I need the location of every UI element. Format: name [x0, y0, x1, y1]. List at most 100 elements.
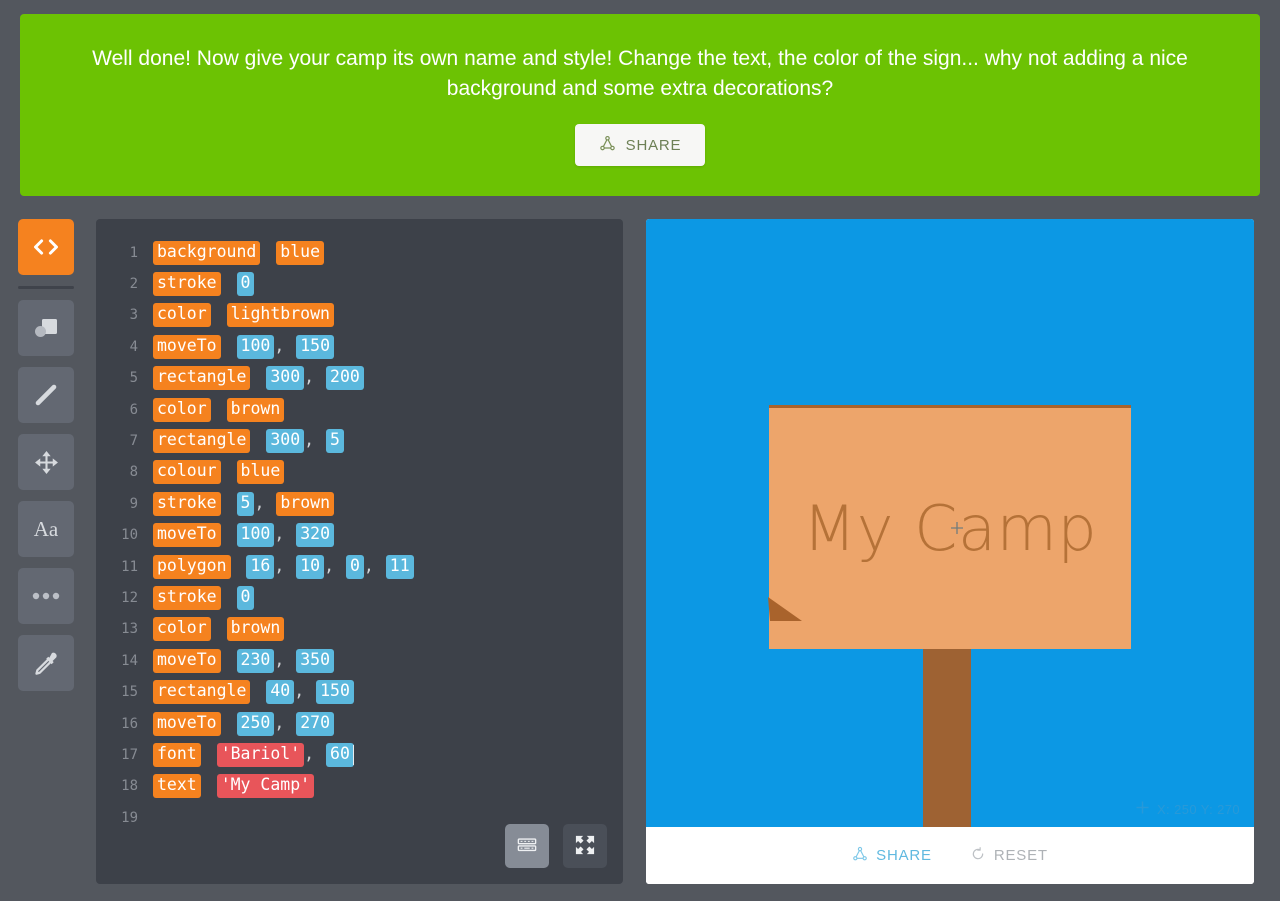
code-token-sp[interactable] — [211, 400, 227, 419]
code-tokens[interactable]: moveTo 250, 270 — [153, 711, 335, 736]
code-token-kw[interactable]: polygon — [153, 554, 231, 579]
code-token-sp[interactable] — [221, 589, 237, 608]
code-tokens[interactable]: background blue — [153, 240, 325, 265]
code-token-sp[interactable] — [221, 275, 237, 294]
drawing-stage[interactable]: My Camp X: 250 Y: 270 — [646, 219, 1254, 827]
code-token-kw[interactable]: blue — [236, 460, 285, 485]
code-line[interactable]: 11 polygon 16, 10, 0, 11 — [96, 551, 623, 582]
code-token-sep[interactable]: , — [304, 743, 326, 767]
code-token-num[interactable]: 11 — [385, 554, 414, 579]
code-token-sep[interactable]: , — [274, 523, 296, 547]
code-token-sp[interactable] — [231, 557, 247, 576]
code-tokens[interactable]: moveTo 100, 320 — [153, 523, 335, 548]
code-line[interactable]: 6 color brown — [96, 394, 623, 425]
code-token-sp[interactable] — [201, 777, 217, 796]
code-token-kw[interactable]: text — [153, 774, 201, 799]
code-token-kw[interactable]: colour — [153, 460, 221, 485]
code-line[interactable]: 10 moveTo 100, 320 — [96, 520, 623, 551]
keyboard-button[interactable] — [505, 824, 549, 868]
code-token-sp[interactable] — [221, 651, 237, 670]
code-token-num[interactable]: 250 — [236, 711, 275, 736]
code-token-sep[interactable]: , — [274, 649, 296, 673]
code-tokens[interactable]: colour blue — [153, 460, 285, 485]
code-token-kw[interactable]: color — [153, 303, 211, 328]
code-token-kw[interactable]: lightbrown — [226, 303, 334, 328]
code-token-sep[interactable]: , — [274, 555, 296, 579]
code-token-num[interactable]: 230 — [236, 648, 275, 673]
code-token-sep[interactable]: , — [274, 712, 296, 736]
code-token-kw[interactable]: rectangle — [153, 366, 251, 391]
code-tokens[interactable]: text 'My Camp' — [153, 774, 315, 799]
code-token-sep[interactable]: , — [364, 555, 386, 579]
code-token-sep[interactable]: , — [254, 492, 276, 516]
code-token-num[interactable]: 10 — [296, 554, 325, 579]
code-token-kw[interactable]: moveTo — [153, 648, 221, 673]
code-tokens[interactable]: polygon 16, 10, 0, 11 — [153, 554, 414, 579]
shapes-tool-button[interactable] — [18, 300, 74, 356]
code-token-num[interactable]: 320 — [296, 523, 335, 548]
code-token-kw[interactable]: color — [153, 617, 211, 642]
code-token-sep[interactable]: , — [324, 555, 346, 579]
code-token-sp[interactable] — [221, 463, 237, 482]
code-token-num[interactable]: 150 — [296, 334, 335, 359]
line-tool-button[interactable] — [18, 367, 74, 423]
code-line[interactable]: 9 stroke 5, brown — [96, 488, 623, 519]
code-token-sep[interactable]: , — [294, 680, 316, 704]
fullscreen-button[interactable] — [563, 824, 607, 868]
code-token-kw[interactable]: brown — [226, 617, 285, 642]
code-token-kw[interactable]: brown — [226, 397, 285, 422]
code-tokens[interactable]: font 'Bariol', 60 — [153, 742, 355, 767]
code-token-kw[interactable]: brown — [276, 491, 335, 516]
code-token-sep[interactable]: , — [274, 335, 296, 359]
code-token-kw[interactable]: stroke — [153, 491, 221, 516]
move-tool-button[interactable] — [18, 434, 74, 490]
code-token-num[interactable]: 5 — [236, 491, 255, 516]
code-line[interactable]: 15 rectangle 40, 150 — [96, 676, 623, 707]
code-line[interactable]: 16 moveTo 250, 270 — [96, 708, 623, 739]
code-token-num[interactable]: 100 — [236, 523, 275, 548]
code-token-sp[interactable] — [250, 683, 266, 702]
code-token-num[interactable]: 0 — [236, 586, 255, 610]
code-tokens[interactable]: moveTo 230, 350 — [153, 648, 335, 673]
code-line[interactable]: 5 rectangle 300, 200 — [96, 363, 623, 394]
code-token-num[interactable]: 300 — [266, 429, 305, 454]
code-token-num[interactable]: 0 — [236, 272, 255, 297]
code-line[interactable]: 1 background blue — [96, 237, 623, 268]
code-tokens[interactable]: color lightbrown — [153, 303, 334, 328]
code-token-kw[interactable]: blue — [276, 240, 325, 265]
code-tokens[interactable]: stroke 0 — [153, 272, 255, 297]
code-token-kw[interactable]: color — [153, 397, 211, 422]
code-token-num[interactable]: 150 — [316, 680, 354, 705]
code-token-kw[interactable]: font — [153, 742, 201, 767]
code-token-str[interactable]: 'My Camp' — [216, 774, 315, 799]
code-tokens[interactable]: rectangle 40, 150 — [153, 680, 354, 705]
code-token-num[interactable]: 40 — [266, 680, 295, 705]
code-token-num[interactable]: 270 — [296, 711, 335, 736]
code-token-num[interactable]: 60 — [326, 742, 354, 767]
code-token-kw[interactable]: rectangle — [153, 429, 251, 454]
code-tokens[interactable]: rectangle 300, 5 — [153, 429, 344, 454]
code-token-num[interactable]: 100 — [236, 334, 275, 359]
code-token-num[interactable]: 300 — [266, 366, 305, 391]
code-line[interactable]: 18 text 'My Camp' — [96, 771, 623, 802]
code-token-kw[interactable]: moveTo — [153, 523, 221, 548]
banner-share-button[interactable]: SHARE — [574, 124, 706, 167]
eyedropper-tool-button[interactable] — [18, 635, 74, 691]
code-line[interactable]: 13 color brown — [96, 614, 623, 645]
code-line[interactable]: 3 color lightbrown — [96, 300, 623, 331]
code-lines[interactable]: 1 background blue 2 stroke 0 3 color lightbro… — [96, 219, 623, 833]
more-tool-button[interactable] — [18, 568, 74, 624]
code-token-kw[interactable]: rectangle — [153, 680, 251, 705]
code-editor-panel[interactable]: 1 background blue 2 stroke 0 3 color lightbro… — [96, 219, 623, 884]
code-token-sep[interactable]: , — [304, 429, 326, 453]
code-token-num[interactable]: 5 — [326, 429, 344, 454]
code-token-sp[interactable] — [221, 337, 237, 356]
code-line[interactable]: 8 colour blue — [96, 457, 623, 488]
code-tokens[interactable]: stroke 0 — [153, 586, 255, 610]
text-tool-button[interactable]: Aa — [18, 501, 74, 557]
code-line[interactable]: 7 rectangle 300, 5 — [96, 425, 623, 456]
code-line[interactable]: 12 stroke 0 — [96, 582, 623, 613]
code-token-num[interactable]: 200 — [326, 366, 364, 391]
preview-share-button[interactable]: SHARE — [852, 846, 932, 866]
code-token-sp[interactable] — [211, 306, 227, 325]
